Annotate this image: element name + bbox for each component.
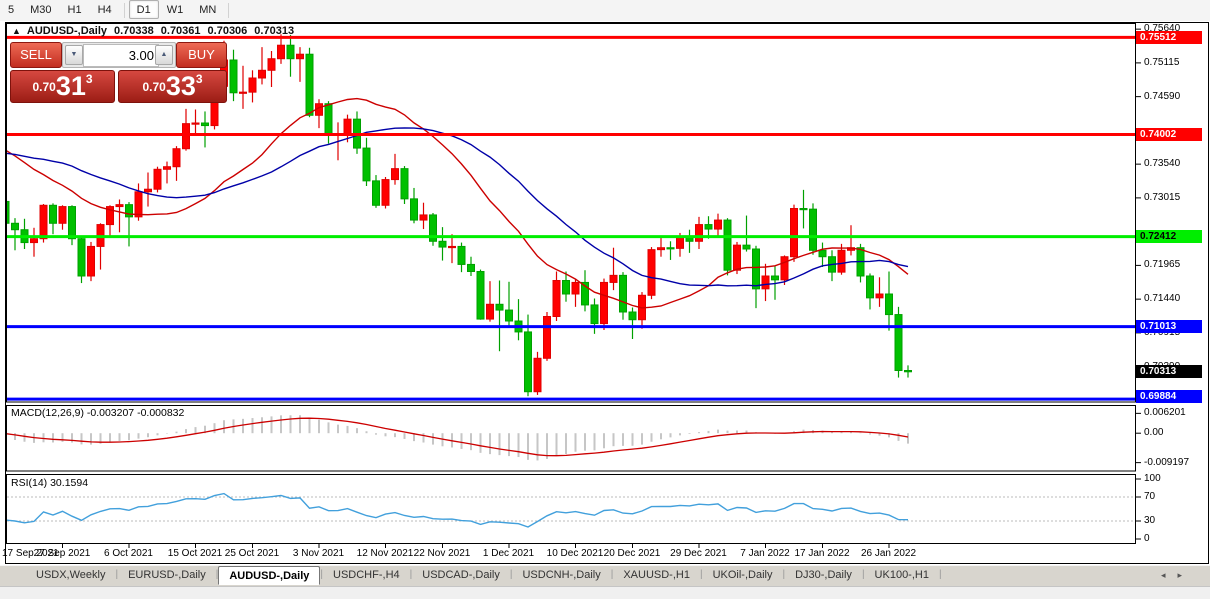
tab-scroll-left-icon[interactable]: ◂ bbox=[1161, 570, 1166, 580]
date-axis-label: 27 Sep 2021 bbox=[34, 548, 91, 559]
current-price-badge: 0.70313 bbox=[1136, 365, 1202, 378]
volume-spinner: ▼ 3.00 ▲ bbox=[62, 42, 176, 68]
rsi-axis-tick: 0 bbox=[1144, 533, 1150, 544]
chart-tab-usdx-weekly[interactable]: USDX,Weekly bbox=[26, 566, 115, 583]
date-axis-label: 7 Jan 2022 bbox=[740, 548, 790, 559]
buy-price-button[interactable]: 0.70333 bbox=[118, 70, 227, 103]
date-axis-label: 20 Dec 2021 bbox=[604, 548, 661, 559]
chart-tab-dj30-daily[interactable]: DJ30-,Daily bbox=[785, 566, 862, 583]
date-axis-label: 29 Dec 2021 bbox=[670, 548, 727, 559]
tab-scroll-right-icon[interactable]: ▸ bbox=[1177, 570, 1182, 580]
price-axis-tick: 0.73540 bbox=[1144, 158, 1180, 169]
chart-tab-usdchf-h4[interactable]: USDCHF-,H4 bbox=[323, 566, 410, 583]
volume-input[interactable]: 3.00 bbox=[83, 44, 159, 67]
status-bar bbox=[0, 586, 1210, 599]
chart-header: ▲ AUDUSD-,Daily 0.70338 0.70361 0.70306 0.703… bbox=[12, 25, 301, 37]
sell-price-button[interactable]: 0.70313 bbox=[10, 70, 115, 103]
volume-decrease-button[interactable]: ▼ bbox=[65, 45, 83, 65]
rsi-axis-tick: 30 bbox=[1144, 515, 1155, 526]
level-price-badge: 0.74002 bbox=[1136, 128, 1202, 141]
chart-tab-usdcad-daily[interactable]: USDCAD-,Daily bbox=[412, 566, 510, 583]
date-axis-label: 12 Nov 2021 bbox=[357, 548, 414, 559]
date-axis-label: 26 Jan 2022 bbox=[861, 548, 916, 559]
chart-tab-usdcnh-daily[interactable]: USDCNH-,Daily bbox=[512, 566, 610, 583]
date-axis-label: 22 Nov 2021 bbox=[414, 548, 471, 559]
ohlc-high: 0.70361 bbox=[161, 25, 201, 37]
chart-tab-xauusd-h1[interactable]: XAUUSD-,H1 bbox=[613, 566, 700, 583]
buy-price-pip: 3 bbox=[196, 72, 203, 86]
ohlc-low: 0.70306 bbox=[208, 25, 248, 37]
macd-label: MACD(12,26,9) -0.003207 -0.000832 bbox=[11, 407, 184, 419]
macd-axis-tick: 0.006201 bbox=[1144, 407, 1186, 418]
buy-price-main: 33 bbox=[166, 71, 196, 101]
ohlc-close: 0.70313 bbox=[254, 25, 294, 37]
chart-symbol-label: AUDUSD-,Daily bbox=[27, 25, 107, 37]
chart-tab-eurusd-daily[interactable]: EURUSD-,Daily bbox=[118, 566, 216, 583]
date-axis-label: 17 Jan 2022 bbox=[794, 548, 849, 559]
price-axis-tick: 0.73015 bbox=[1144, 192, 1180, 203]
rsi-label: RSI(14) 30.1594 bbox=[11, 477, 88, 489]
price-axis-tick: 0.74590 bbox=[1144, 91, 1180, 102]
mt4-window: 5M30H1H4D1W1MN ▲AUDUSD-,Daily0.703380.70… bbox=[0, 0, 1210, 599]
chart-tab-audusd-daily[interactable]: AUDUSD-,Daily bbox=[218, 566, 320, 585]
date-axis-label: 10 Dec 2021 bbox=[547, 548, 604, 559]
sell-price-prefix: 0.70 bbox=[32, 80, 55, 94]
level-price-badge: 0.71013 bbox=[1136, 320, 1202, 333]
price-axis-tick: 0.71440 bbox=[1144, 293, 1180, 304]
date-axis-label: 1 Dec 2021 bbox=[483, 548, 534, 559]
date-axis-label: 6 Oct 2021 bbox=[104, 548, 153, 559]
macd-axis-tick: 0.00 bbox=[1144, 427, 1163, 438]
sell-button[interactable]: SELL bbox=[10, 42, 62, 68]
tab-scroll-arrows: ◂▸ bbox=[1149, 570, 1182, 581]
panel-collapse-icon[interactable]: ▲ bbox=[12, 26, 21, 36]
date-axis-label: 15 Oct 2021 bbox=[168, 548, 222, 559]
chart-tab-ukoil-daily[interactable]: UKOil-,Daily bbox=[703, 566, 783, 583]
tab-separator: | bbox=[939, 566, 942, 580]
chart-tab-bar: USDX,Weekly|EURUSD-,Daily|AUDUSD-,Daily|… bbox=[0, 565, 1210, 586]
price-axis-tick: 0.71965 bbox=[1144, 259, 1180, 270]
volume-increase-button[interactable]: ▲ bbox=[155, 45, 173, 65]
level-price-badge: 0.69884 bbox=[1136, 390, 1202, 403]
rsi-axis-tick: 70 bbox=[1144, 491, 1155, 502]
chart-tab-uk100-h1[interactable]: UK100-,H1 bbox=[865, 566, 939, 583]
one-click-trade-panel: SELL ▼ 3.00 ▲ BUY 0.70313 0.70333 bbox=[10, 42, 225, 101]
price-axis-tick: 0.75115 bbox=[1144, 57, 1179, 68]
date-axis-label: 25 Oct 2021 bbox=[225, 548, 279, 559]
sell-price-main: 31 bbox=[56, 71, 86, 101]
level-price-badge: 0.75512 bbox=[1136, 31, 1202, 44]
date-axis-label: 3 Nov 2021 bbox=[293, 548, 344, 559]
ohlc-open: 0.70338 bbox=[114, 25, 154, 37]
buy-button[interactable]: BUY bbox=[176, 42, 227, 68]
buy-price-prefix: 0.70 bbox=[142, 80, 165, 94]
rsi-axis-tick: 100 bbox=[1144, 473, 1161, 484]
sell-price-pip: 3 bbox=[86, 72, 93, 86]
level-price-badge: 0.72412 bbox=[1136, 230, 1202, 243]
macd-axis-tick: -0.009197 bbox=[1144, 457, 1189, 468]
